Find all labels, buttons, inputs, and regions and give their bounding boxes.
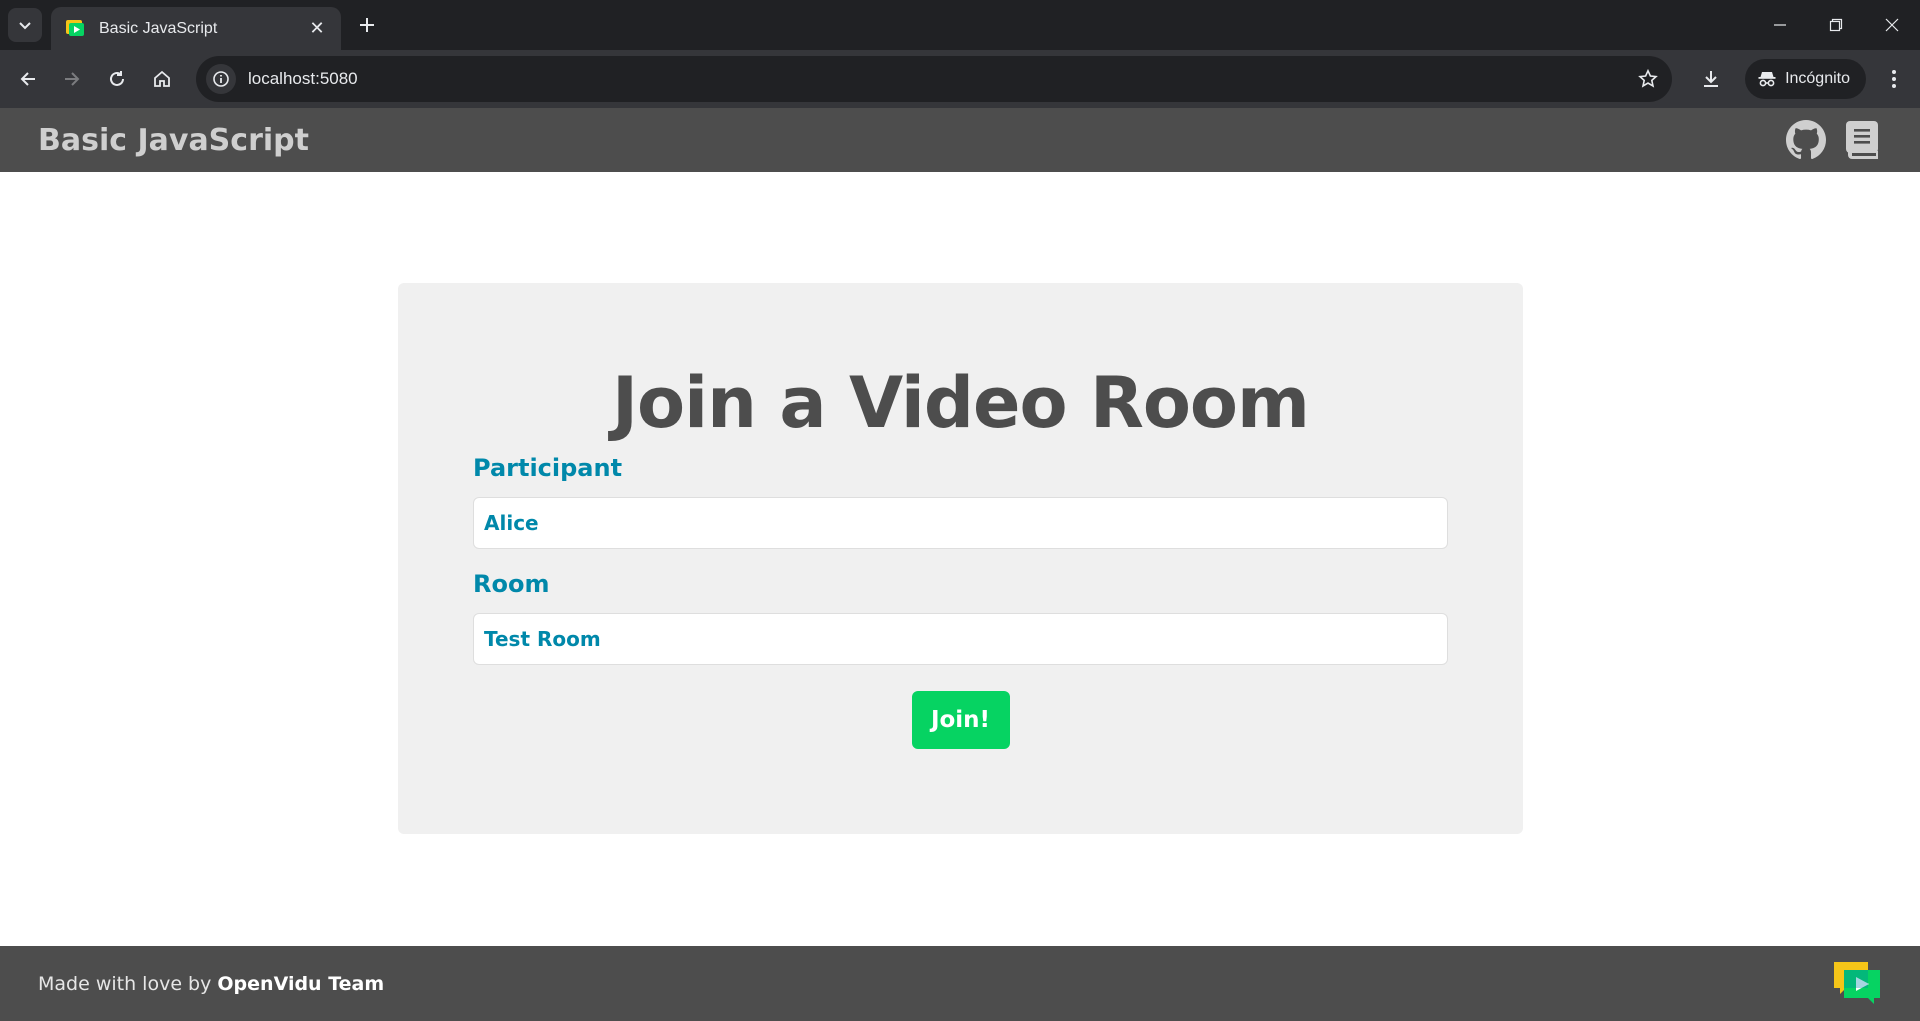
url-text[interactable]: localhost:5080 (248, 69, 1628, 89)
site-info-button[interactable] (206, 64, 236, 94)
bookmark-button[interactable] (1628, 59, 1668, 99)
download-button[interactable] (1691, 59, 1731, 99)
window-close-icon (1885, 18, 1899, 32)
tab-strip: Basic JavaScript ✕ (0, 0, 1920, 50)
plus-icon (360, 18, 374, 32)
address-bar[interactable]: localhost:5080 (196, 56, 1672, 102)
github-link[interactable] (1786, 120, 1826, 160)
reload-button[interactable] (97, 59, 137, 99)
join-wrap: Join! (473, 691, 1448, 749)
restore-button[interactable] (1808, 0, 1864, 50)
app-header: Basic JavaScript (0, 108, 1920, 172)
favicon-icon (66, 19, 84, 36)
room-input[interactable] (473, 613, 1448, 665)
join-button[interactable]: Join! (911, 691, 1010, 749)
toolbar-right: Incógnito (1691, 50, 1920, 108)
browser-tab[interactable]: Basic JavaScript ✕ (51, 7, 341, 50)
forward-button[interactable] (52, 59, 92, 99)
back-button[interactable] (8, 59, 48, 99)
incognito-indicator[interactable]: Incógnito (1745, 59, 1866, 99)
reload-icon (110, 71, 124, 86)
close-icon[interactable]: ✕ (305, 17, 329, 41)
participant-label: Participant (473, 454, 623, 482)
back-icon (20, 72, 35, 86)
footer-text: Made with love by OpenVidu Team (38, 973, 384, 995)
window-controls (1752, 0, 1920, 50)
room-label: Room (473, 570, 550, 598)
incognito-label: Incógnito (1785, 70, 1850, 87)
github-icon (1786, 120, 1826, 160)
openvidu-logo-icon[interactable] (1832, 960, 1882, 1006)
new-tab-button[interactable] (352, 10, 382, 40)
page-title: Join a Video Room (612, 362, 1310, 444)
footer-prefix: Made with love by (38, 972, 218, 995)
footer-team-link[interactable]: OpenVidu Team (217, 973, 384, 995)
book-icon (1846, 121, 1878, 159)
restore-icon (1829, 18, 1843, 32)
more-vert-icon (1892, 70, 1896, 88)
minimize-button[interactable] (1752, 0, 1808, 50)
browser-toolbar: localhost:5080 Incógnito (0, 50, 1920, 108)
app-title: Basic JavaScript (38, 122, 309, 158)
incognito-icon (1758, 72, 1776, 87)
header-icons (1786, 120, 1882, 160)
app-footer: Made with love by OpenVidu Team (0, 946, 1920, 1021)
tab-search-icon (19, 22, 31, 30)
docs-link[interactable] (1842, 120, 1882, 160)
join-card: Join a Video Room Participant Room Join! (398, 283, 1523, 834)
browser-window: Basic JavaScript ✕ localhost:5080 Incógn… (0, 0, 1920, 1021)
home-icon (154, 70, 170, 87)
download-icon (1704, 71, 1719, 87)
tab-search-button[interactable] (8, 8, 42, 42)
browser-menu-button[interactable] (1874, 59, 1914, 99)
tab-title: Basic JavaScript (99, 19, 218, 37)
star-icon (1638, 69, 1658, 88)
site-info-icon (213, 71, 229, 87)
forward-icon (65, 72, 80, 86)
main-content: Join a Video Room Participant Room Join! (0, 172, 1920, 946)
participant-input[interactable] (473, 497, 1448, 549)
window-close-button[interactable] (1864, 0, 1920, 50)
minimize-icon (1774, 24, 1786, 26)
home-button[interactable] (142, 59, 182, 99)
